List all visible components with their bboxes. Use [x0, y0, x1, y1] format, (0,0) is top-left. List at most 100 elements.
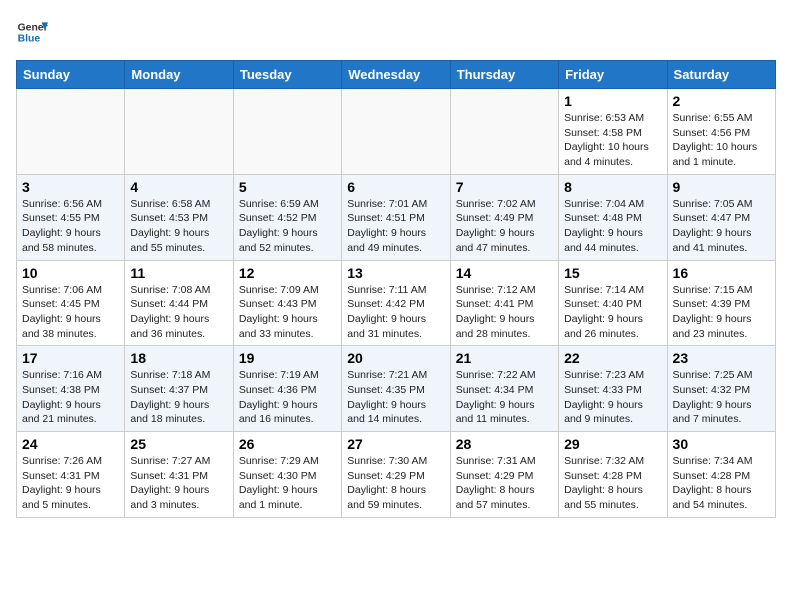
calendar-cell: 13 Sunrise: 7:11 AM Sunset: 4:42 PM Dayli… — [342, 260, 450, 346]
day-number: 7 — [456, 179, 553, 195]
calendar-cell: 26 Sunrise: 7:29 AM Sunset: 4:30 PM Dayli… — [233, 432, 341, 518]
day-info: Sunrise: 7:23 AM Sunset: 4:33 PM Dayligh… — [564, 369, 644, 425]
day-info: Sunrise: 7:29 AM Sunset: 4:30 PM Dayligh… — [239, 455, 319, 511]
day-info: Sunrise: 7:06 AM Sunset: 4:45 PM Dayligh… — [22, 284, 102, 340]
day-number: 3 — [22, 179, 119, 195]
calendar-cell: 3 Sunrise: 6:56 AM Sunset: 4:55 PM Daylig… — [17, 174, 125, 260]
calendar-cell: 22 Sunrise: 7:23 AM Sunset: 4:33 PM Dayli… — [559, 346, 667, 432]
day-number: 15 — [564, 265, 661, 281]
day-number: 2 — [673, 93, 770, 109]
day-info: Sunrise: 7:04 AM Sunset: 4:48 PM Dayligh… — [564, 198, 644, 254]
calendar-cell: 24 Sunrise: 7:26 AM Sunset: 4:31 PM Dayli… — [17, 432, 125, 518]
day-info: Sunrise: 7:27 AM Sunset: 4:31 PM Dayligh… — [130, 455, 210, 511]
day-info: Sunrise: 6:55 AM Sunset: 4:56 PM Dayligh… — [673, 112, 758, 168]
day-number: 25 — [130, 436, 227, 452]
day-number: 14 — [456, 265, 553, 281]
day-info: Sunrise: 7:11 AM Sunset: 4:42 PM Dayligh… — [347, 284, 426, 340]
day-number: 29 — [564, 436, 661, 452]
week-row-1: 1 Sunrise: 6:53 AM Sunset: 4:58 PM Daylig… — [17, 89, 776, 175]
day-number: 23 — [673, 350, 770, 366]
day-info: Sunrise: 7:15 AM Sunset: 4:39 PM Dayligh… — [673, 284, 753, 340]
day-number: 18 — [130, 350, 227, 366]
day-number: 27 — [347, 436, 444, 452]
day-info: Sunrise: 7:08 AM Sunset: 4:44 PM Dayligh… — [130, 284, 210, 340]
day-number: 6 — [347, 179, 444, 195]
day-info: Sunrise: 6:58 AM Sunset: 4:53 PM Dayligh… — [130, 198, 210, 254]
calendar-body: 1 Sunrise: 6:53 AM Sunset: 4:58 PM Daylig… — [17, 89, 776, 518]
weekday-header-friday: Friday — [559, 61, 667, 89]
day-number: 11 — [130, 265, 227, 281]
weekday-header-thursday: Thursday — [450, 61, 558, 89]
day-number: 16 — [673, 265, 770, 281]
calendar-cell: 23 Sunrise: 7:25 AM Sunset: 4:32 PM Dayli… — [667, 346, 775, 432]
day-info: Sunrise: 7:26 AM Sunset: 4:31 PM Dayligh… — [22, 455, 102, 511]
day-number: 20 — [347, 350, 444, 366]
day-number: 17 — [22, 350, 119, 366]
calendar-cell: 6 Sunrise: 7:01 AM Sunset: 4:51 PM Daylig… — [342, 174, 450, 260]
calendar-table: SundayMondayTuesdayWednesdayThursdayFrid… — [16, 60, 776, 518]
day-number: 12 — [239, 265, 336, 281]
day-info: Sunrise: 7:05 AM Sunset: 4:47 PM Dayligh… — [673, 198, 753, 254]
week-row-5: 24 Sunrise: 7:26 AM Sunset: 4:31 PM Dayli… — [17, 432, 776, 518]
day-number: 19 — [239, 350, 336, 366]
day-number: 1 — [564, 93, 661, 109]
day-number: 13 — [347, 265, 444, 281]
day-number: 26 — [239, 436, 336, 452]
day-number: 22 — [564, 350, 661, 366]
weekday-header-row: SundayMondayTuesdayWednesdayThursdayFrid… — [17, 61, 776, 89]
day-info: Sunrise: 6:56 AM Sunset: 4:55 PM Dayligh… — [22, 198, 102, 254]
calendar-cell: 15 Sunrise: 7:14 AM Sunset: 4:40 PM Dayli… — [559, 260, 667, 346]
calendar-cell: 1 Sunrise: 6:53 AM Sunset: 4:58 PM Daylig… — [559, 89, 667, 175]
page-header: General Blue — [16, 16, 776, 48]
calendar-cell: 4 Sunrise: 6:58 AM Sunset: 4:53 PM Daylig… — [125, 174, 233, 260]
day-number: 28 — [456, 436, 553, 452]
weekday-header-monday: Monday — [125, 61, 233, 89]
calendar-cell: 20Sunrise: 7:21 AM Sunset: 4:35 PM Dayli… — [342, 346, 450, 432]
week-row-3: 10 Sunrise: 7:06 AM Sunset: 4:45 PM Dayli… — [17, 260, 776, 346]
calendar-cell — [450, 89, 558, 175]
day-number: 4 — [130, 179, 227, 195]
day-info: Sunrise: 6:59 AM Sunset: 4:52 PM Dayligh… — [239, 198, 319, 254]
calendar-cell: 11 Sunrise: 7:08 AM Sunset: 4:44 PM Dayli… — [125, 260, 233, 346]
logo-icon: General Blue — [16, 16, 48, 48]
week-row-4: 17Sunrise: 7:16 AM Sunset: 4:38 PM Dayli… — [17, 346, 776, 432]
calendar-cell — [17, 89, 125, 175]
day-number: 10 — [22, 265, 119, 281]
day-info: Sunrise: 7:18 AM Sunset: 4:37 PM Dayligh… — [130, 369, 210, 425]
calendar-header: SundayMondayTuesdayWednesdayThursdayFrid… — [17, 61, 776, 89]
calendar-cell: 12 Sunrise: 7:09 AM Sunset: 4:43 PM Dayli… — [233, 260, 341, 346]
calendar-cell: 30Sunrise: 7:34 AM Sunset: 4:28 PM Dayli… — [667, 432, 775, 518]
day-number: 5 — [239, 179, 336, 195]
calendar-cell: 9 Sunrise: 7:05 AM Sunset: 4:47 PM Daylig… — [667, 174, 775, 260]
day-info: Sunrise: 7:25 AM Sunset: 4:32 PM Dayligh… — [673, 369, 753, 425]
day-info: Sunrise: 6:53 AM Sunset: 4:58 PM Dayligh… — [564, 112, 649, 168]
day-number: 24 — [22, 436, 119, 452]
weekday-header-sunday: Sunday — [17, 61, 125, 89]
day-number: 30 — [673, 436, 770, 452]
day-info: Sunrise: 7:22 AM Sunset: 4:34 PM Dayligh… — [456, 369, 536, 425]
calendar-cell: 17Sunrise: 7:16 AM Sunset: 4:38 PM Dayli… — [17, 346, 125, 432]
calendar-cell: 21Sunrise: 7:22 AM Sunset: 4:34 PM Dayli… — [450, 346, 558, 432]
calendar-cell: 8Sunrise: 7:04 AM Sunset: 4:48 PM Daylig… — [559, 174, 667, 260]
day-info: Sunrise: 7:12 AM Sunset: 4:41 PM Dayligh… — [456, 284, 536, 340]
calendar-cell: 25 Sunrise: 7:27 AM Sunset: 4:31 PM Dayli… — [125, 432, 233, 518]
logo: General Blue — [16, 16, 48, 48]
day-info: Sunrise: 7:02 AM Sunset: 4:49 PM Dayligh… — [456, 198, 536, 254]
weekday-header-wednesday: Wednesday — [342, 61, 450, 89]
day-info: Sunrise: 7:01 AM Sunset: 4:51 PM Dayligh… — [347, 198, 427, 254]
calendar-cell: 28Sunrise: 7:31 AM Sunset: 4:29 PM Dayli… — [450, 432, 558, 518]
svg-text:Blue: Blue — [18, 34, 41, 45]
day-number: 9 — [673, 179, 770, 195]
weekday-header-saturday: Saturday — [667, 61, 775, 89]
calendar-cell: 7 Sunrise: 7:02 AM Sunset: 4:49 PM Daylig… — [450, 174, 558, 260]
calendar-cell: 14 Sunrise: 7:12 AM Sunset: 4:41 PM Dayli… — [450, 260, 558, 346]
calendar-cell — [233, 89, 341, 175]
day-info: Sunrise: 7:09 AM Sunset: 4:43 PM Dayligh… — [239, 284, 319, 340]
calendar-cell: 10 Sunrise: 7:06 AM Sunset: 4:45 PM Dayli… — [17, 260, 125, 346]
day-info: Sunrise: 7:19 AM Sunset: 4:36 PM Dayligh… — [239, 369, 319, 425]
day-info: Sunrise: 7:14 AM Sunset: 4:40 PM Dayligh… — [564, 284, 644, 340]
calendar-cell: 19 Sunrise: 7:19 AM Sunset: 4:36 PM Dayli… — [233, 346, 341, 432]
day-info: Sunrise: 7:32 AM Sunset: 4:28 PM Dayligh… — [564, 455, 644, 511]
calendar-cell — [342, 89, 450, 175]
calendar-cell: 18 Sunrise: 7:18 AM Sunset: 4:37 PM Dayli… — [125, 346, 233, 432]
